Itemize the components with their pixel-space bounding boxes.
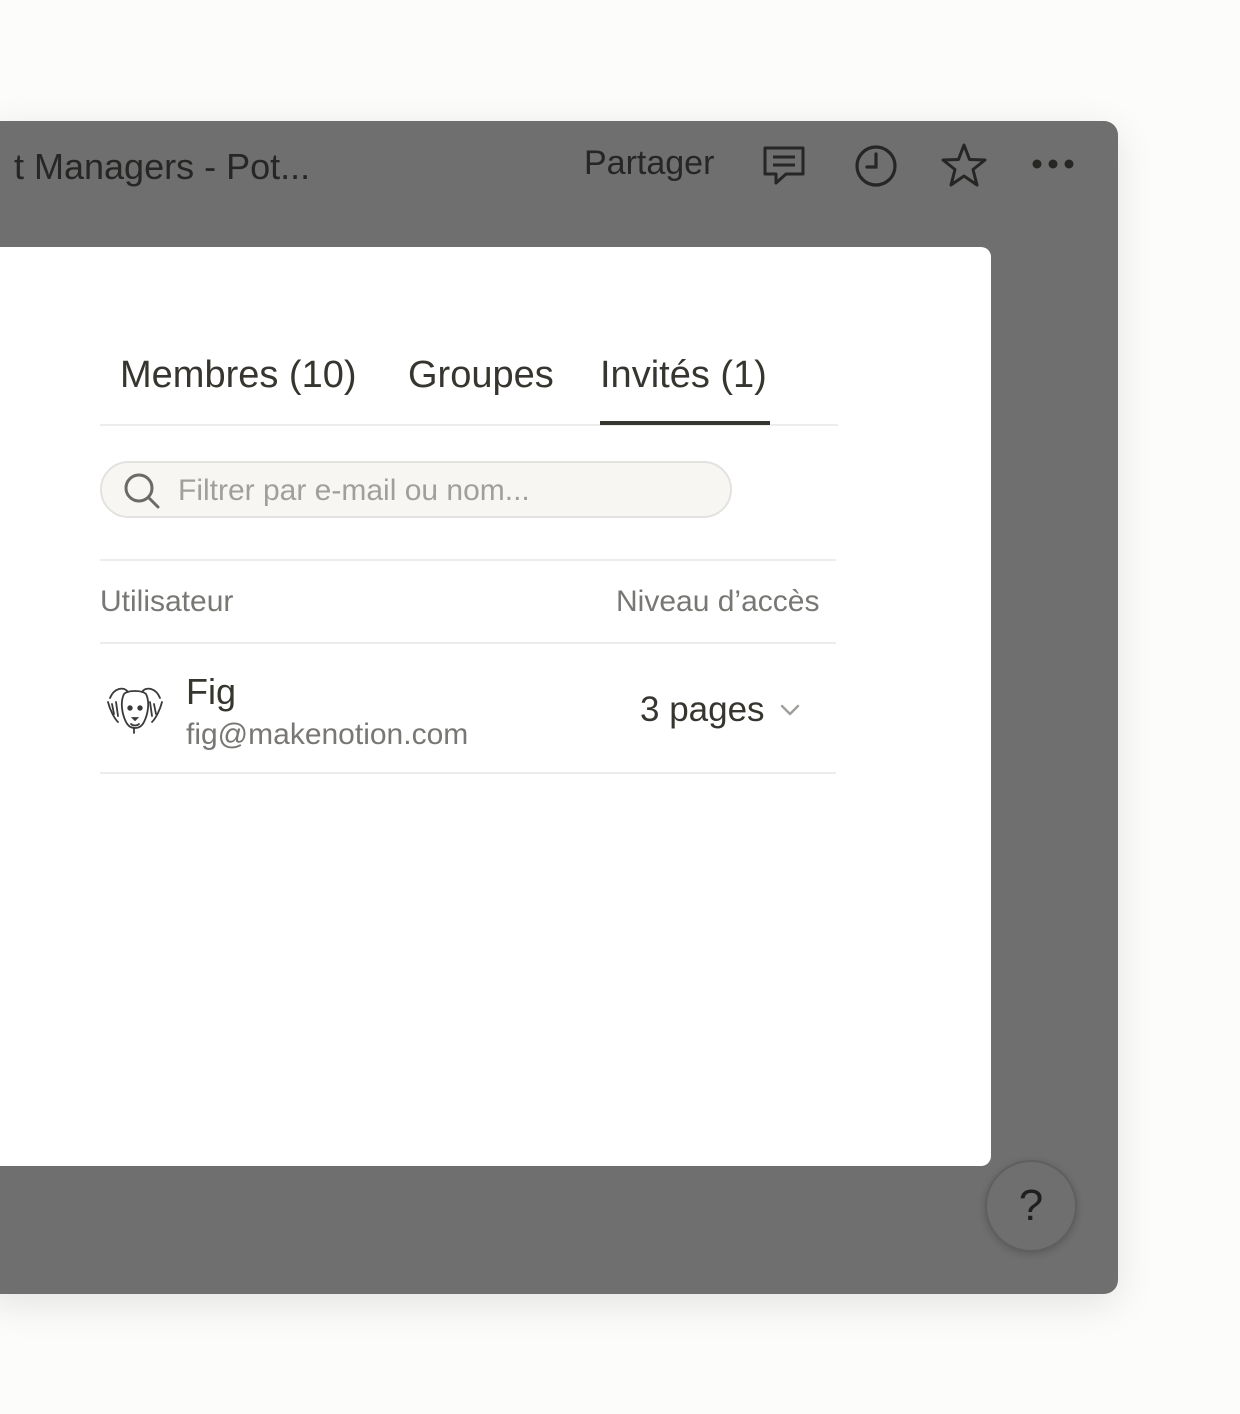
tab-bar: Membres (10) Groupes Invités (1) bbox=[100, 350, 838, 426]
column-header-user: Utilisateur bbox=[100, 585, 234, 618]
active-tab-indicator bbox=[600, 421, 770, 425]
column-header-access: Niveau d’accès bbox=[616, 585, 820, 618]
search-input[interactable] bbox=[176, 469, 720, 513]
avatar bbox=[107, 687, 163, 734]
user-email: fig@makenotion.com bbox=[186, 718, 469, 751]
tab-members[interactable]: Membres (10) bbox=[120, 354, 357, 397]
access-level-dropdown[interactable]: 3 pages bbox=[640, 690, 803, 730]
divider bbox=[100, 642, 836, 644]
page-title[interactable]: t Managers - Pot... bbox=[14, 146, 310, 188]
star-icon[interactable] bbox=[940, 142, 988, 190]
user-name: Fig bbox=[186, 671, 237, 712]
search-field[interactable] bbox=[100, 461, 732, 518]
share-button[interactable]: Partager bbox=[584, 144, 714, 183]
more-icon[interactable] bbox=[1029, 142, 1077, 190]
help-button[interactable]: ? bbox=[985, 1160, 1077, 1252]
search-icon bbox=[124, 473, 160, 509]
tab-guests[interactable]: Invités (1) bbox=[600, 354, 767, 397]
clock-icon[interactable] bbox=[852, 142, 900, 190]
tab-groups[interactable]: Groupes bbox=[408, 354, 554, 397]
access-level-label: 3 pages bbox=[640, 690, 765, 729]
divider bbox=[100, 559, 836, 561]
comment-icon[interactable] bbox=[760, 142, 808, 190]
divider bbox=[100, 772, 836, 774]
chevron-down-icon bbox=[780, 704, 799, 716]
